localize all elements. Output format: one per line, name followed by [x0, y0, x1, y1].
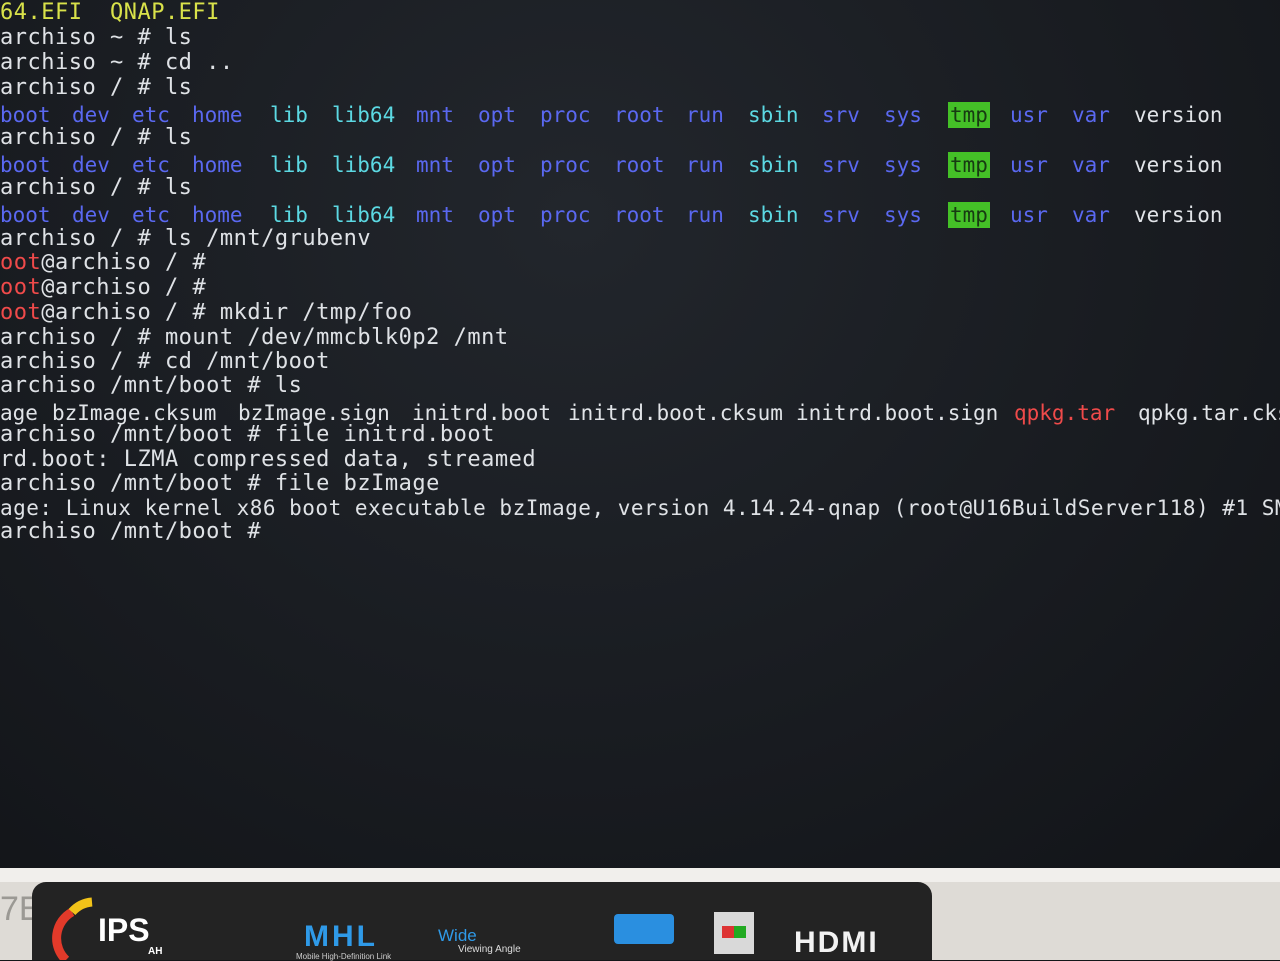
ls-entry-version: version [1134, 103, 1223, 127]
terminal-prompt-current[interactable]: archiso /mnt/boot # [0, 519, 261, 544]
ls-entry-sys: sys [884, 203, 922, 227]
terminal-line: archiso / # mount /dev/mmcblk0p2 /mnt [0, 325, 509, 350]
ls-entry-home: home [192, 153, 243, 177]
ls-entry-tmp: tmp [948, 152, 990, 178]
ls-entry-lib: lib [270, 203, 308, 227]
terminal-line: 64.EFI QNAP.EFI [0, 0, 220, 25]
ls-entry-var: var [1072, 153, 1110, 177]
wide-label: Wide [438, 926, 477, 945]
terminal-line: oot@archiso / # mkdir /tmp/foo [0, 300, 412, 325]
prompt-text: @archiso / # [41, 275, 207, 300]
terminal-line: archiso /mnt/boot # ls [0, 373, 303, 398]
ah-label: AH [148, 946, 163, 957]
ls-entry-initrd-boot-sign: initrd.boot.sign [796, 401, 999, 425]
ls-entry-dev: dev [72, 203, 110, 227]
ls-entry-version: version [1134, 203, 1223, 227]
prompt-text: @archiso / # mkdir /tmp/foo [41, 300, 413, 325]
logo-sticker: IPS AH MHL Mobile High-Definition Link W… [32, 882, 932, 961]
ls-entry-mnt: mnt [416, 153, 454, 177]
ls-entry-run: run [686, 103, 724, 127]
terminal-line: oot@archiso / # [0, 250, 206, 275]
ls-entry-tmp: tmp [948, 202, 990, 228]
hdmi-logo: HDMI [794, 926, 879, 959]
ls-entry-qpkg-tar-cks: qpkg.tar.cks [1138, 401, 1280, 425]
ls-entry-sys: sys [884, 153, 922, 177]
terminal-line: archiso /mnt/boot # file initrd.boot [0, 422, 495, 447]
terminal-line: archiso / # ls [0, 75, 193, 100]
ls-entry-mnt: mnt [416, 203, 454, 227]
ls-entry-lib64: lib64 [332, 203, 396, 227]
mhl-logo: MHL [304, 920, 378, 953]
terminal-line: archiso / # ls [0, 125, 193, 150]
ls-entry-etc: etc [132, 203, 170, 227]
ls-entry-proc: proc [540, 203, 591, 227]
ls-entry-initrd-boot-cksum: initrd.boot.cksum [568, 401, 783, 425]
ls-entry-sbin: sbin [748, 103, 799, 127]
ls-entry-srv: srv [822, 103, 860, 127]
ls-entry-home: home [192, 103, 243, 127]
ls-entry-opt: opt [478, 153, 516, 177]
ls-entry-var: var [1072, 203, 1110, 227]
ls-entry-proc: proc [540, 103, 591, 127]
ls-entry-usr: usr [1010, 203, 1048, 227]
terminal-line: archiso / # ls [0, 175, 193, 200]
ls-output-root-3: boot dev etc home lib lib64 mnt opt proc root run s… [0, 202, 1280, 228]
terminal-line: archiso / # cd /mnt/boot [0, 349, 330, 374]
viewing-angle-label: Viewing Angle [458, 944, 521, 955]
terminal-line: archiso /mnt/boot # file bzImage [0, 471, 440, 496]
ls-entry-srv: srv [822, 153, 860, 177]
ls-entry-root: root [614, 153, 665, 177]
ls-entry-proc: proc [540, 153, 591, 177]
ls-entry-root: root [614, 103, 665, 127]
ls-entry-sys: sys [884, 103, 922, 127]
terminal-line: age: Linux kernel x86 boot executable bz… [0, 496, 1280, 520]
ls-entry-usr: usr [1010, 153, 1048, 177]
terminal-line: archiso ~ # ls [0, 25, 193, 50]
root-user: oot [0, 250, 42, 275]
terminal-line: archiso ~ # cd .. [0, 50, 234, 75]
terminal-screen[interactable]: 64.EFI QNAP.EFI archiso ~ # ls archiso ~… [0, 0, 1280, 868]
ls-entry-version: version [1134, 153, 1223, 177]
ls-entry-lib: lib [270, 153, 308, 177]
ls-entry-run: run [686, 203, 724, 227]
terminal-line: archiso / # ls /mnt/grubenv [0, 226, 372, 251]
ips-logo: IPS [98, 912, 150, 948]
ls-entry-var: var [1072, 103, 1110, 127]
ls-entry-opt: opt [478, 203, 516, 227]
ls-entry-sbin: sbin [748, 203, 799, 227]
ls-entry-lib64: lib64 [332, 153, 396, 177]
ls-entry-tmp: tmp [948, 102, 990, 128]
ls-entry-boot: boot [0, 203, 51, 227]
ls-entry-usr: usr [1010, 103, 1048, 127]
ls-entry-mnt: mnt [416, 103, 454, 127]
ls-entry-run: run [686, 153, 724, 177]
terminal-line: oot@archiso / # [0, 275, 206, 300]
terminal-line: rd.boot: LZMA compressed data, streamed [0, 447, 537, 472]
ls-entry-srv: srv [822, 203, 860, 227]
ls-entry-home: home [192, 203, 243, 227]
monitor-bezel-edge [0, 868, 1280, 882]
ls-entry-qpkg-tar: qpkg.tar [1014, 401, 1116, 425]
ls-entry-sbin: sbin [748, 153, 799, 177]
ls-entry-opt: opt [478, 103, 516, 127]
ls-entry-lib64: lib64 [332, 103, 396, 127]
ls-entry-root: root [614, 203, 665, 227]
prompt-text: @archiso / # [41, 250, 207, 275]
root-user: oot [0, 300, 42, 325]
root-user: oot [0, 275, 42, 300]
ls-entry-lib: lib [270, 103, 308, 127]
